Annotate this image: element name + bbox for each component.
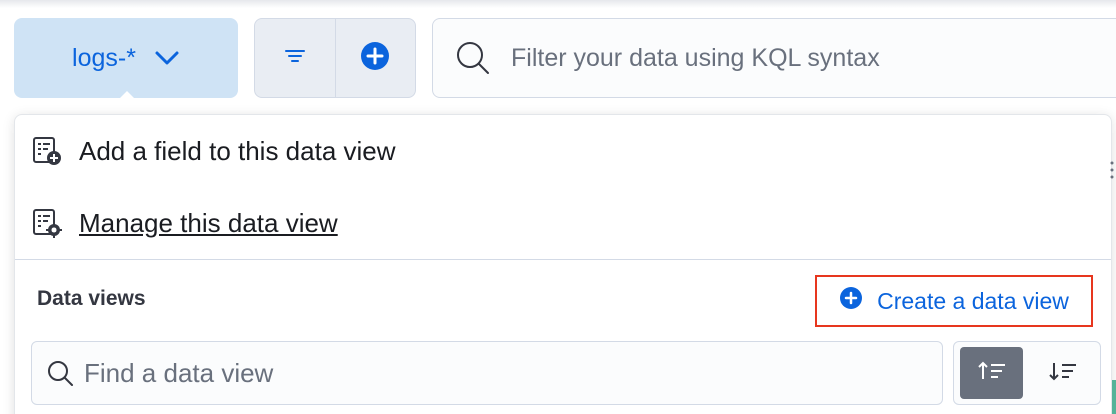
create-data-view-label: Create a data view — [877, 287, 1069, 314]
plus-circle-icon — [359, 40, 391, 77]
search-icon — [46, 359, 74, 387]
data-view-picker-screen: logs-* Filter your data using KQL syntax… — [0, 0, 1116, 414]
top-shade — [0, 0, 1116, 8]
sort-descending-icon — [1048, 360, 1078, 387]
manage-data-view-link: Manage this data view — [79, 207, 338, 238]
popover-divider — [15, 259, 1111, 260]
filter-button-group — [254, 18, 416, 98]
data-views-heading: Data views — [37, 287, 146, 310]
sort-ascending-button[interactable] — [960, 347, 1023, 399]
data-view-search-input[interactable]: Find a data view — [31, 341, 943, 405]
popover-arrow — [113, 91, 141, 105]
data-view-selector-button[interactable]: logs-* — [14, 18, 238, 98]
background-chart-edge — [1112, 380, 1116, 414]
add-filter-button[interactable] — [334, 19, 416, 97]
chevron-down-icon — [154, 50, 180, 66]
resize-handle — [1110, 160, 1114, 180]
data-view-selector-label: logs-* — [72, 43, 136, 72]
search-icon — [455, 40, 491, 76]
filter-menu-button[interactable] — [255, 19, 335, 97]
add-field-label: Add a field to this data view — [79, 135, 396, 166]
sort-ascending-icon — [977, 360, 1007, 387]
kql-query-input[interactable]: Filter your data using KQL syntax — [432, 18, 1116, 98]
sort-descending-button[interactable] — [1031, 347, 1094, 399]
data-view-popover: Add a field to this data view Manage thi… — [14, 114, 1112, 414]
manage-data-view-menu-item[interactable]: Manage this data view — [31, 203, 338, 243]
plus-circle-icon — [839, 286, 863, 316]
manage-data-view-icon — [31, 207, 63, 239]
create-data-view-button[interactable]: Create a data view — [815, 275, 1093, 327]
filter-lines-icon — [284, 48, 306, 69]
add-field-icon — [31, 135, 63, 167]
add-field-menu-item[interactable]: Add a field to this data view — [31, 131, 396, 171]
sort-button-group — [953, 341, 1101, 405]
kql-query-placeholder: Filter your data using KQL syntax — [511, 43, 880, 72]
data-view-search-placeholder: Find a data view — [84, 357, 274, 388]
